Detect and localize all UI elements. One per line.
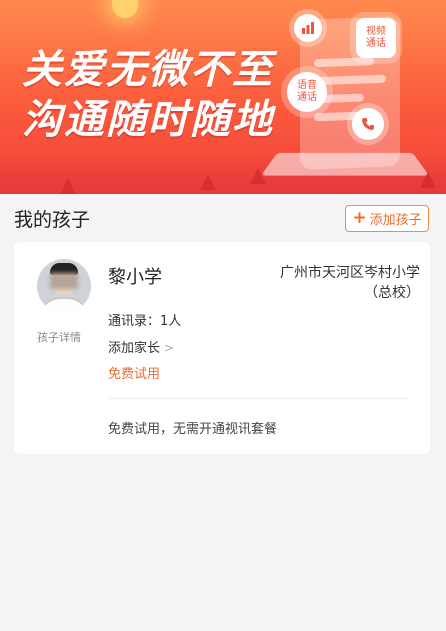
- trial-note: 免费试用，无需开通视讯套餐: [108, 422, 278, 437]
- lamp-decoration: [112, 0, 138, 18]
- child-name: 黎小学: [108, 267, 162, 288]
- divider: [108, 398, 410, 399]
- free-trial-link[interactable]: 免费试用: [108, 363, 160, 382]
- school-name: 广州市天河区岑村小学 （总校）: [280, 265, 420, 302]
- chevron-right-icon: >: [164, 341, 175, 355]
- voice-call-bubble: 语音 通话: [287, 72, 327, 112]
- child-card: 孩子详情 黎小学 广州市天河区岑村小学 （总校） 通讯录：1人 添加家长 > 免费…: [14, 242, 430, 454]
- banner-slogan-line1: 关爱无微不至: [22, 47, 274, 93]
- child-detail-link[interactable]: 孩子详情: [37, 329, 99, 345]
- promo-banner[interactable]: 关爱无微不至 沟通随时随地 视频 通话 语音 通话: [0, 0, 446, 194]
- video-call-bubble: 视频 通话: [356, 18, 396, 58]
- tree-decoration: [200, 174, 216, 190]
- my-children-title: 我的孩子: [14, 209, 91, 231]
- plus-icon: +: [352, 208, 367, 228]
- add-parent-label: 添加家长: [108, 341, 161, 356]
- chart-icon: [294, 14, 322, 42]
- avatar[interactable]: [37, 259, 91, 313]
- add-child-button[interactable]: + 添加孩子: [345, 205, 429, 232]
- phone-platform: [260, 152, 430, 176]
- add-child-label: 添加孩子: [369, 213, 422, 228]
- contacts-count[interactable]: 通讯录：1人: [108, 310, 181, 329]
- tree-decoration: [60, 178, 76, 194]
- phone-icon: [352, 108, 384, 140]
- banner-slogan-line2: 沟通随时随地: [22, 97, 274, 143]
- add-parent-link[interactable]: 添加家长 >: [108, 337, 174, 356]
